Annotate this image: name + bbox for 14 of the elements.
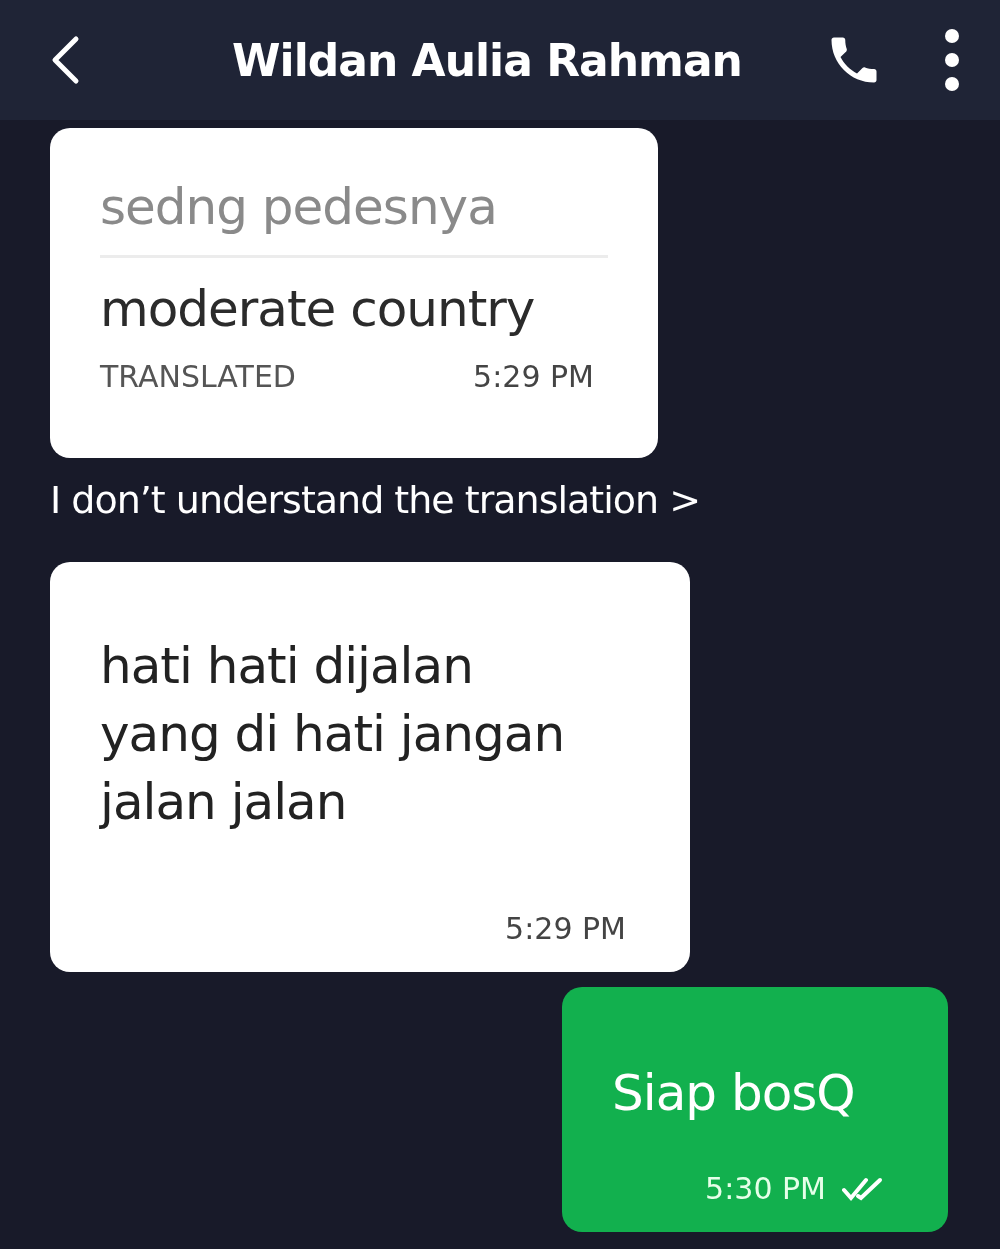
- translated-label: TRANSLATED: [100, 359, 296, 394]
- menu-button[interactable]: [944, 28, 960, 92]
- message-time: 5:29 PM: [473, 359, 594, 394]
- message-text: hati hati dijalan yang di hati jangan jalan jalan: [100, 636, 566, 833]
- message-text: Siap bosQ: [612, 1063, 856, 1124]
- back-button[interactable]: [50, 35, 80, 85]
- translation-feedback-link[interactable]: I don’t understand the translation >: [50, 478, 701, 522]
- message-time: 5:29 PM: [505, 911, 626, 946]
- original-text: sedng pedesnya: [100, 180, 498, 235]
- more-icon: [944, 28, 960, 92]
- contact-name: Wildan Aulia Rahman: [231, 34, 743, 86]
- message-time: 5:30 PM: [705, 1171, 826, 1206]
- translated-text: moderate country: [100, 282, 536, 337]
- back-icon: [50, 35, 80, 85]
